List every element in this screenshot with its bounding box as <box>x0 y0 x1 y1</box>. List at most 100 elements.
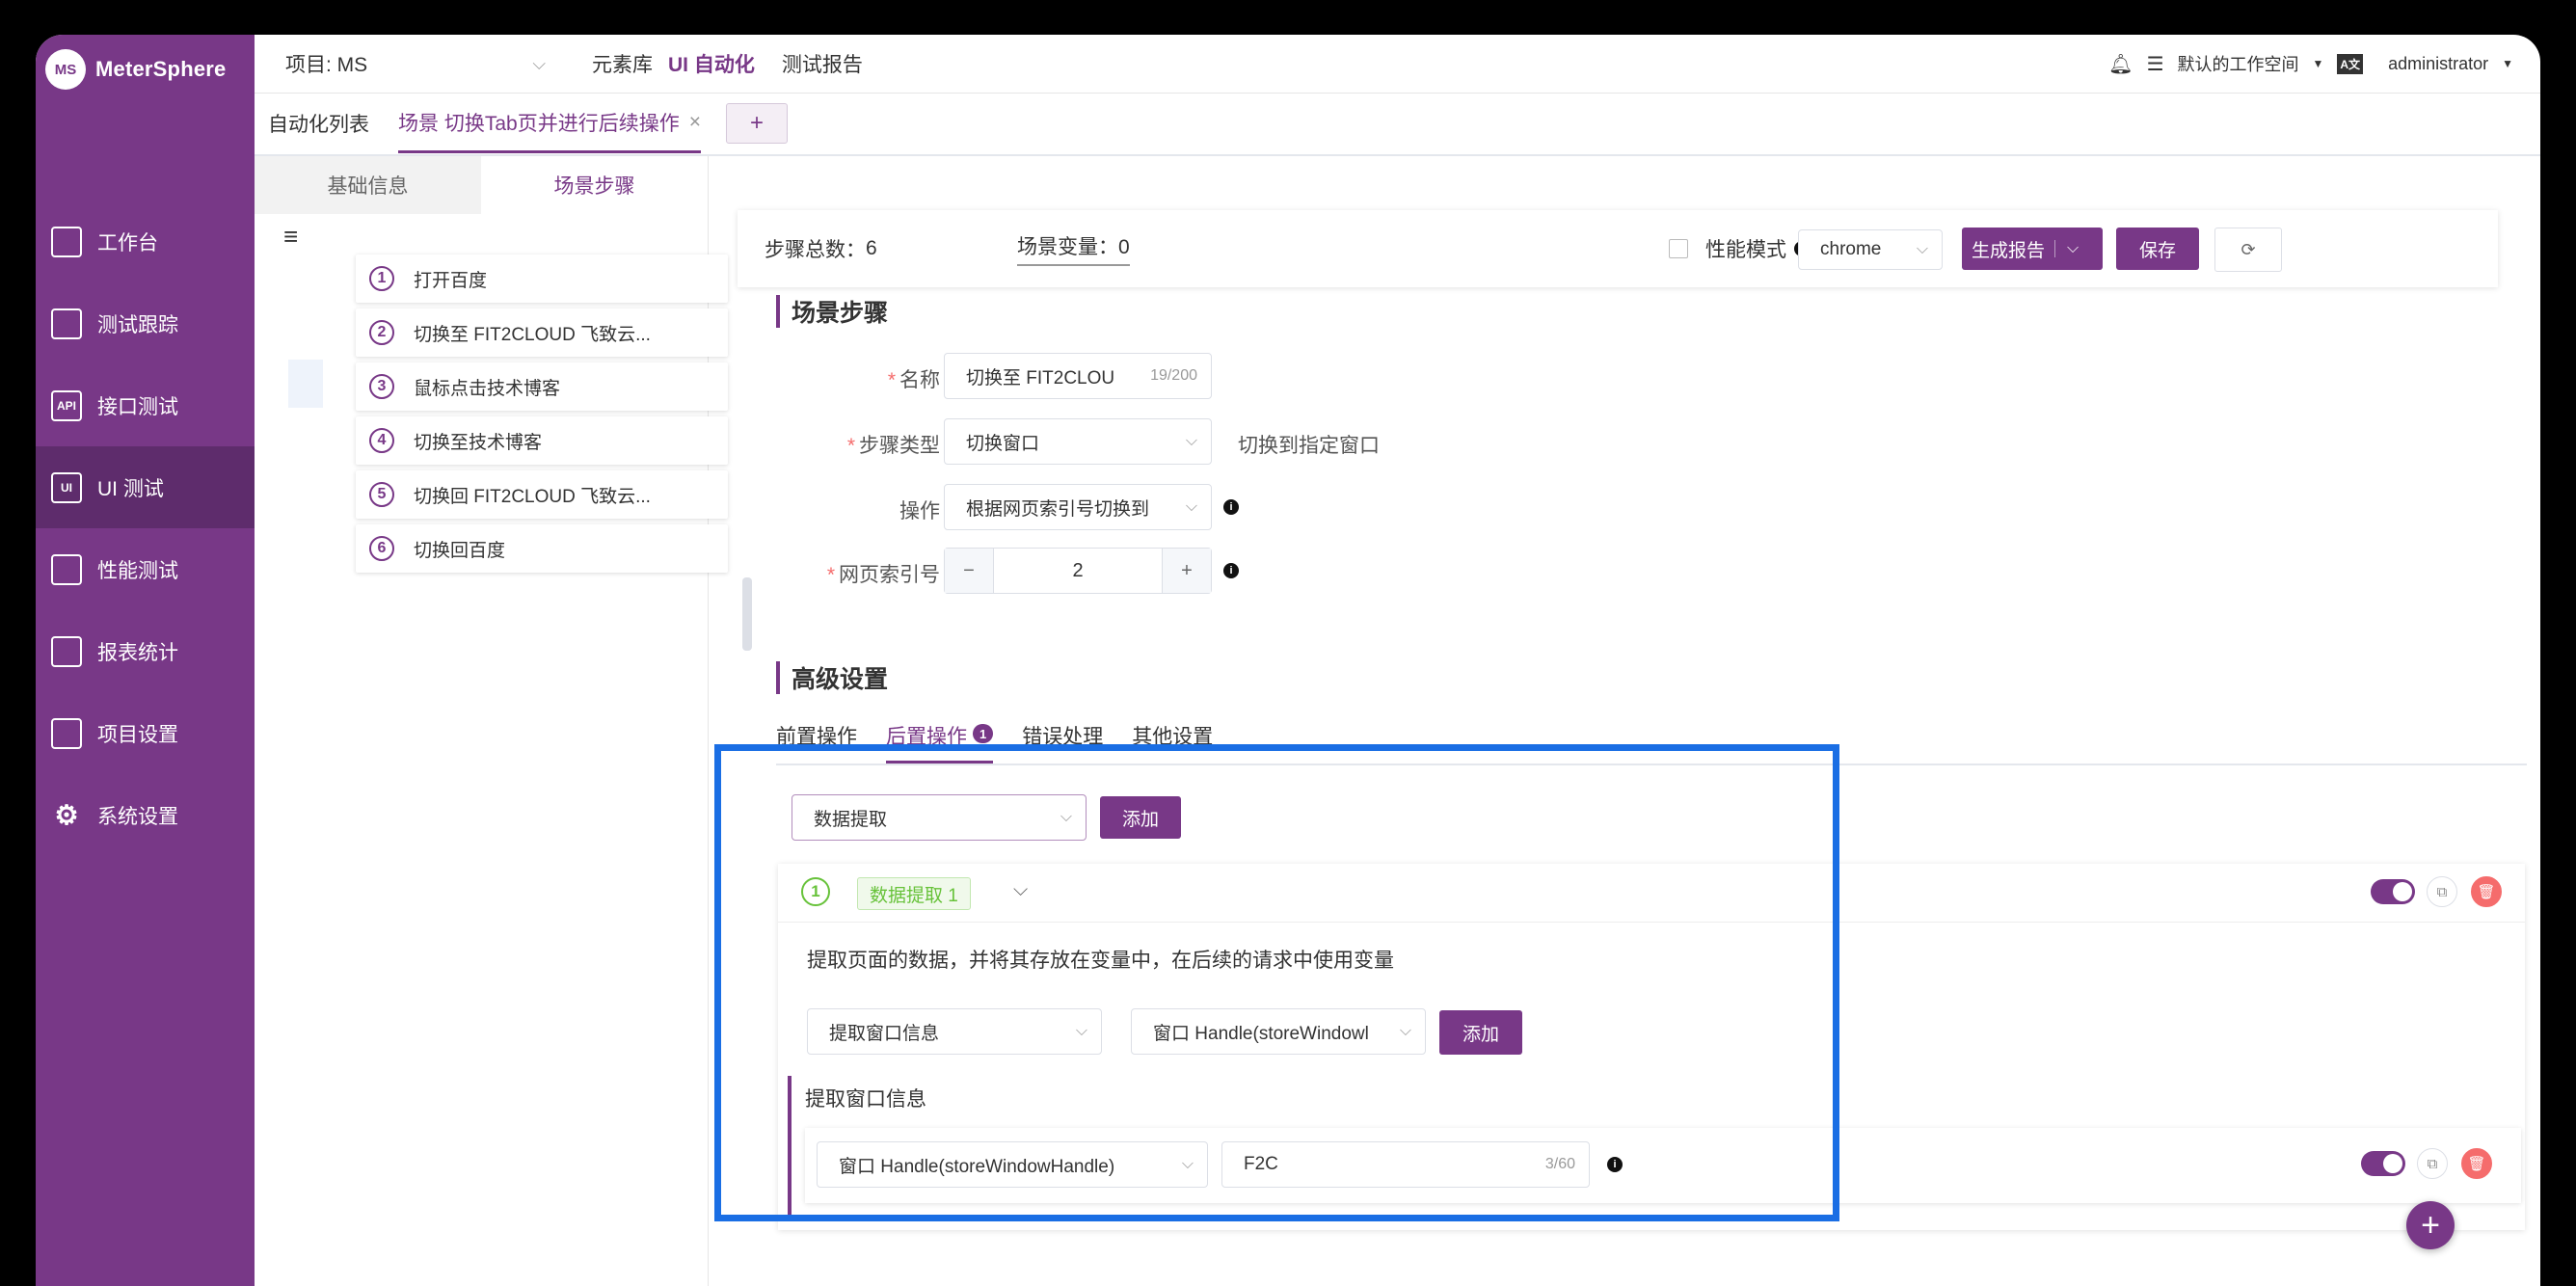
add-floating-button[interactable]: + <box>2406 1201 2455 1249</box>
tab-post-operation[interactable]: 后置操作 1 <box>886 721 994 764</box>
tab-error-handling[interactable]: 错误处理 <box>1022 721 1103 764</box>
language-icon[interactable]: A文 <box>2337 53 2364 74</box>
enable-toggle[interactable] <box>2371 879 2415 904</box>
count-badge: 1 <box>973 724 994 743</box>
save-button[interactable]: 保存 <box>2116 228 2199 270</box>
sidebar-item-reports[interactable]: 报表统计 <box>36 610 255 692</box>
step-item[interactable]: 6 切换回百度 <box>356 524 728 573</box>
sidebar: MS MeterSphere 工作台 测试跟踪 API 接口测试 UI UI 测… <box>36 35 255 1286</box>
user-menu[interactable]: administrator <box>2388 54 2488 74</box>
step-number: 2 <box>369 320 394 345</box>
performance-mode-checkbox[interactable] <box>1669 239 1688 258</box>
chevron-down-icon[interactable]: ⌵ <box>2054 240 2079 257</box>
tab-other-settings[interactable]: 其他设置 <box>1132 721 1213 764</box>
step-item[interactable]: 4 切换至技术博客 <box>356 416 728 465</box>
scene-variables[interactable]: 场景变量：0 <box>1017 210 1130 287</box>
add-tab-button[interactable]: + <box>725 103 788 144</box>
sidebar-item-label: 接口测试 <box>97 395 178 418</box>
variable-name-input[interactable]: F2C 3/60 <box>1221 1141 1590 1188</box>
add-extract-button[interactable]: 添加 <box>1439 1010 1522 1055</box>
sidebar-item-label: 项目设置 <box>97 723 178 746</box>
step-item[interactable]: 2 切换至 FIT2CLOUD 飞致云... <box>356 308 728 357</box>
tab-automation-list[interactable]: 自动化列表 <box>268 94 369 153</box>
top-right-tools: 🔔︎ ☰ 默认的工作空间 ▼ A文 administrator ▼ <box>2108 35 2513 93</box>
add-post-operation-button[interactable]: 添加 <box>1100 796 1181 839</box>
clipboard-icon <box>51 308 82 339</box>
step-name-value: 切换至 FIT2CLOU <box>966 367 1115 388</box>
section-title-steps: 场景步骤 <box>776 295 888 328</box>
step-name-input[interactable]: 切换至 FIT2CLOU 19/200 <box>944 353 1212 399</box>
step-label: 打开百度 <box>414 270 488 291</box>
enable-toggle[interactable] <box>2361 1151 2405 1176</box>
bell-icon[interactable]: 🔔︎ <box>2108 52 2133 76</box>
scene-toolbar: 步骤总数： 6 场景变量：0 性能模式 i chrome ⌵ 生成报告 ⌵ 保存… <box>738 210 2498 287</box>
tab-scene[interactable]: 场景 切换Tab页并进行后续操作 × <box>398 94 701 153</box>
page-index-label: * 网页索引号 <box>826 564 940 586</box>
data-extract-tag: 数据提取 1 <box>857 877 971 910</box>
tab-bar: 自动化列表 场景 切换Tab页并进行后续操作 × + <box>255 93 2540 156</box>
step-type-select[interactable]: 切换窗口 ⌵ <box>944 418 1212 465</box>
sidebar-item-test-track[interactable]: 测试跟踪 <box>36 282 255 364</box>
step-item[interactable]: 5 切换回 FIT2CLOUD 飞致云... <box>356 470 728 519</box>
menu-test-report[interactable]: 测试报告 <box>782 49 863 78</box>
close-icon[interactable]: × <box>689 111 701 134</box>
tab-scene-steps[interactable]: 场景步骤 <box>481 156 708 214</box>
window-handle-type-select[interactable]: 窗口 Handle(storeWindowHandle) ⌵ <box>817 1141 1208 1188</box>
metersphere-logo-icon: MS <box>45 49 86 90</box>
step-total: 步骤总数： 6 <box>765 210 877 287</box>
step-item[interactable]: 1 打开百度 <box>356 255 728 303</box>
tab-basic-info[interactable]: 基础信息 <box>255 156 481 214</box>
step-item[interactable]: 3 鼠标点击技术博客 <box>356 362 728 411</box>
step-type-value: 切换窗口 <box>966 433 1040 454</box>
variable-name-value: F2C <box>1244 1154 1278 1174</box>
brand-logo[interactable]: MS MeterSphere <box>45 48 226 91</box>
chevron-down-icon[interactable]: ⌵ <box>1013 879 1028 901</box>
menu-icon[interactable]: ≡ <box>283 222 298 252</box>
menu-ui-automation[interactable]: UI 自动化 <box>668 49 755 78</box>
sidebar-item-performance[interactable]: 性能测试 <box>36 528 255 610</box>
folder-icon <box>51 717 82 749</box>
name-label: * 名称 <box>887 369 940 391</box>
menu-element-library[interactable]: 元素库 <box>592 49 653 78</box>
step-number: 3 <box>369 374 394 399</box>
caret-down-icon[interactable]: ▼ <box>2313 57 2324 70</box>
project-selector[interactable]: 项目: MS ⌵ <box>285 49 565 78</box>
tab-pre-operation[interactable]: 前置操作 <box>776 721 857 764</box>
post-operation-type-select[interactable]: 数据提取 ⌵ <box>792 794 1087 841</box>
chevron-down-icon: ⌵ <box>1060 809 1072 825</box>
workspace-selector[interactable]: 默认的工作空间 <box>2178 51 2299 76</box>
refresh-icon: ⟳ <box>2241 239 2256 259</box>
window-handle-select[interactable]: 窗口 Handle(storeWindowl ⌵ <box>1131 1008 1426 1055</box>
sidebar-item-workbench[interactable]: 工作台 <box>36 201 255 282</box>
info-icon: i <box>1223 563 1239 578</box>
sidebar-item-system-settings[interactable]: ⚙ 系统设置 <box>36 774 255 856</box>
step-number: 5 <box>369 482 394 507</box>
delete-icon[interactable]: 🗑︎ <box>2461 1148 2492 1179</box>
page-index-stepper[interactable]: − 2 + <box>944 548 1212 594</box>
chevron-down-icon: ⌵ <box>1181 1156 1194 1172</box>
task-list-icon[interactable]: ☰ <box>2147 52 2164 76</box>
sidebar-item-ui-test[interactable]: UI UI 测试 <box>36 446 255 528</box>
generate-report-button[interactable]: 生成报告 ⌵ <box>1962 228 2103 270</box>
caret-down-icon[interactable]: ▼ <box>2502 57 2513 70</box>
left-panel: 基础信息 场景步骤 ≡ 1 打开百度 2 切换至 FIT2CLOUD 飞致云... 3 鼠… <box>255 156 728 1286</box>
step-number: 6 <box>369 536 394 561</box>
sidebar-item-label: 测试跟踪 <box>97 313 178 336</box>
window-handle-value: 窗口 Handle(storeWindowl <box>1153 1023 1369 1044</box>
card-header: 1 数据提取 1 ⌵ ⧉ 🗑︎ <box>778 864 2525 923</box>
decrement-button[interactable]: − <box>945 549 994 593</box>
increment-button[interactable]: + <box>1162 549 1211 593</box>
step-label: 切换回 FIT2CLOUD 飞致云... <box>414 486 651 507</box>
operation-select[interactable]: 根据网页索引号切换到 ⌵ <box>944 484 1212 530</box>
refresh-button[interactable]: ⟳ <box>2214 228 2282 272</box>
performance-mode[interactable]: 性能模式 i <box>1669 210 1810 287</box>
page-index-value[interactable]: 2 <box>994 549 1162 593</box>
browser-select[interactable]: chrome ⌵ <box>1798 229 1943 270</box>
extract-type-select[interactable]: 提取窗口信息 ⌵ <box>807 1008 1102 1055</box>
copy-icon[interactable]: ⧉ <box>2417 1148 2448 1179</box>
sidebar-item-api-test[interactable]: API 接口测试 <box>36 364 255 446</box>
sidebar-item-project-settings[interactable]: 项目设置 <box>36 692 255 774</box>
copy-icon[interactable]: ⧉ <box>2427 876 2457 907</box>
delete-icon[interactable]: 🗑︎ <box>2471 876 2502 907</box>
window-handle-type-value: 窗口 Handle(storeWindowHandle) <box>839 1156 1115 1177</box>
